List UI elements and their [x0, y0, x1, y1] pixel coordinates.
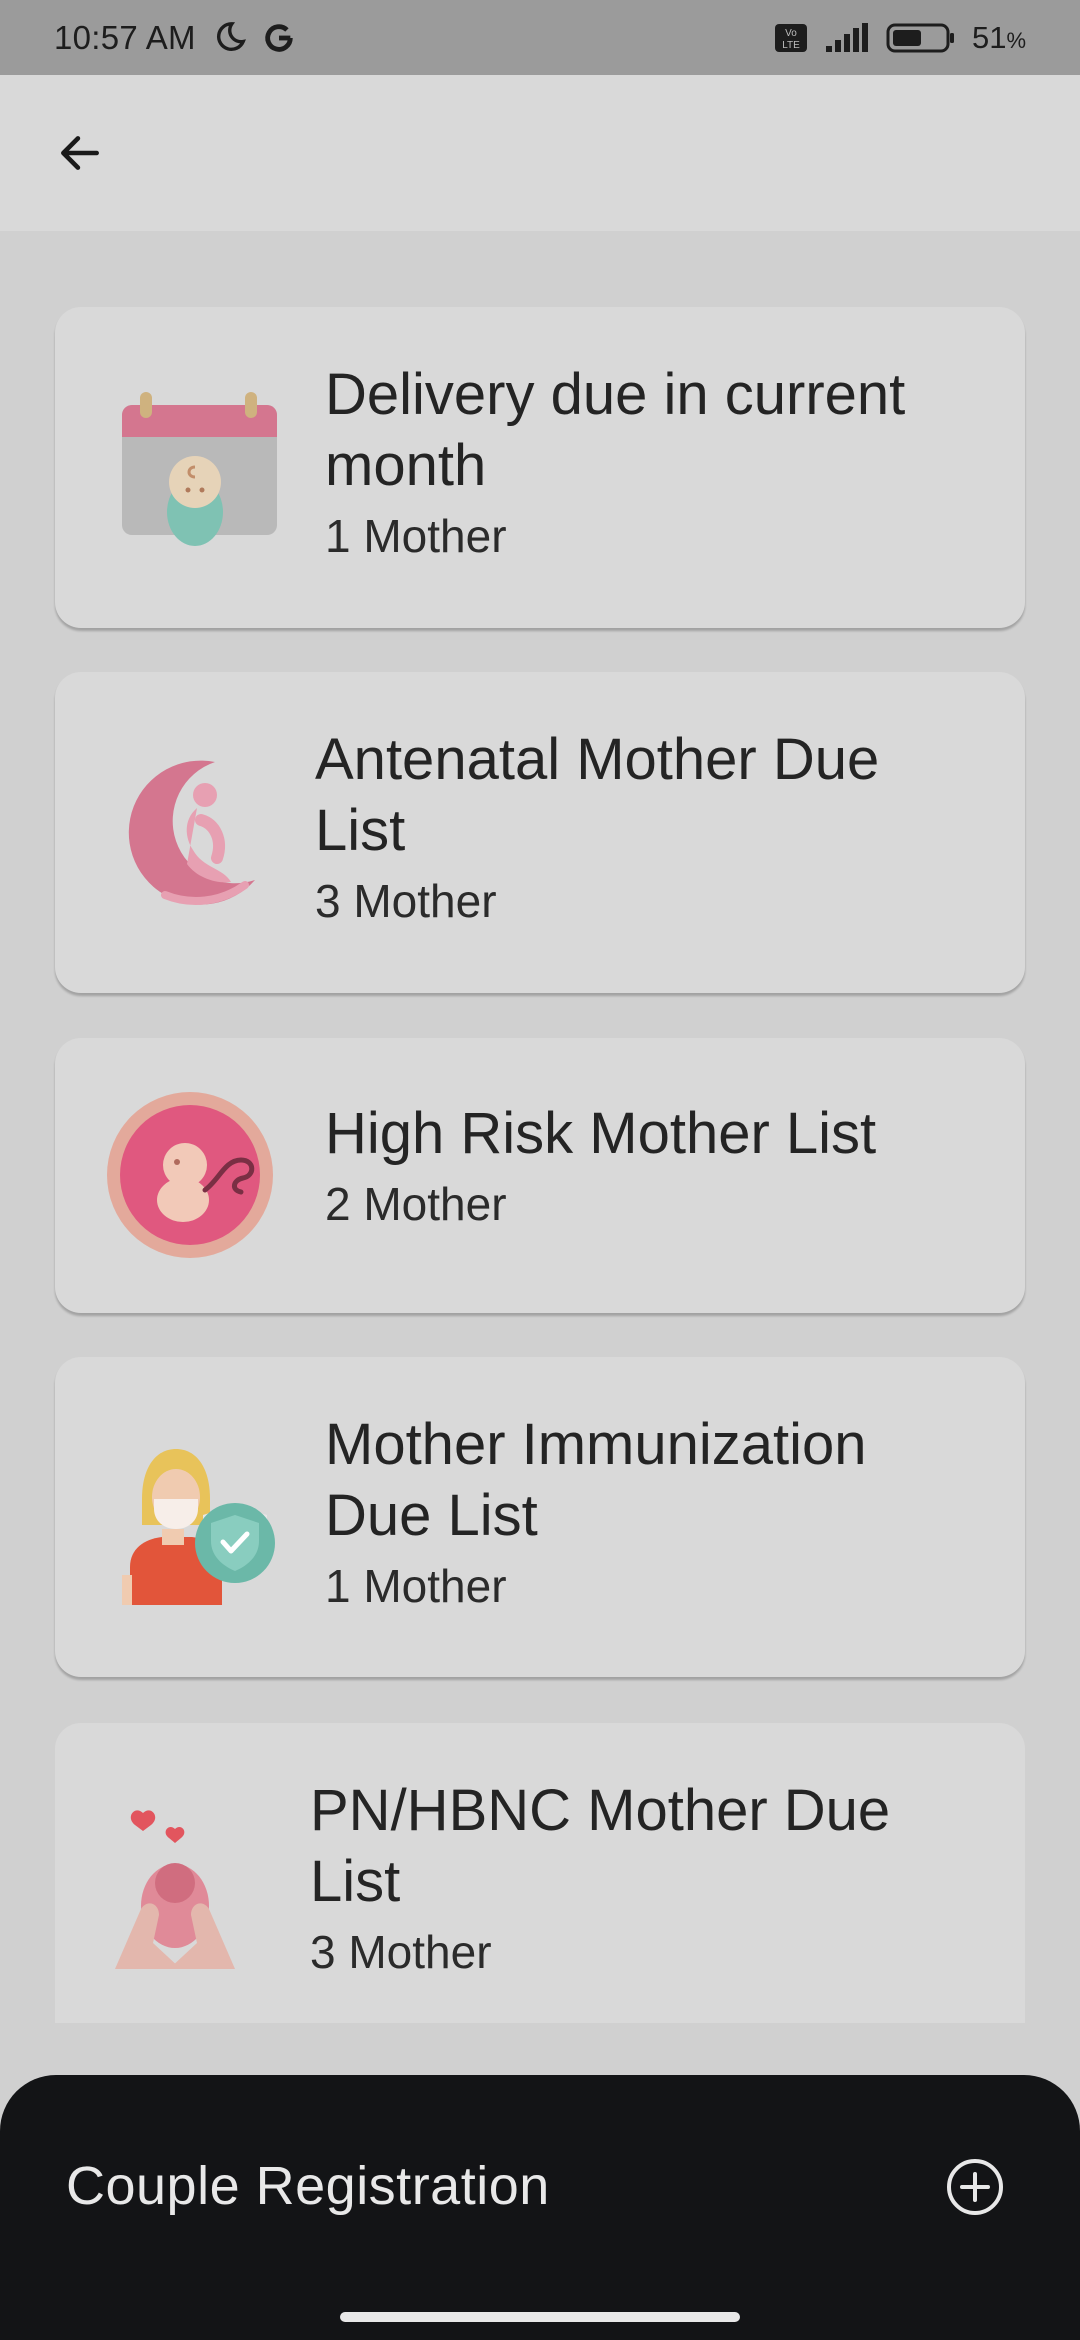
card-count: 1 Mother	[325, 510, 507, 562]
svg-text:Vo: Vo	[785, 28, 797, 39]
moon-icon	[212, 21, 246, 55]
card-text: PN/HBNC Mother Due List 3 Mother	[310, 1775, 975, 1983]
card-count: 1 Mother	[325, 1560, 507, 1612]
card-text: Mother Immunization Due List 1 Mother	[325, 1409, 975, 1617]
card-high-risk[interactable]: High Risk Mother List 2 Mother	[55, 1038, 1025, 1313]
battery-unit: %	[1006, 27, 1026, 53]
volte-icon: Vo LTE	[774, 23, 808, 53]
card-count: 2 Mother	[325, 1178, 507, 1230]
card-pnhbnc-due[interactable]: PN/HBNC Mother Due List 3 Mother	[55, 1723, 1025, 2023]
card-count: 3 Mother	[315, 875, 497, 927]
status-right: Vo LTE 51%	[774, 20, 1026, 56]
card-title: Delivery due in current month	[325, 362, 906, 498]
home-indicator[interactable]	[340, 2312, 740, 2322]
back-button[interactable]	[50, 123, 110, 183]
card-text: Antenatal Mother Due List 3 Mother	[315, 724, 975, 932]
add-couple-button[interactable]	[945, 2157, 1005, 2217]
hands-baby-hearts-icon	[105, 1801, 275, 1971]
plus-circle-icon	[947, 2159, 1003, 2215]
battery-icon	[886, 22, 956, 54]
card-title: Mother Immunization Due List	[325, 1412, 867, 1548]
google-icon	[262, 21, 296, 55]
card-title: PN/HBNC Mother Due List	[310, 1778, 891, 1914]
signal-icon	[824, 22, 870, 54]
fetus-icon	[105, 1090, 275, 1260]
svg-text:LTE: LTE	[782, 40, 800, 51]
card-antenatal-due[interactable]: Antenatal Mother Due List 3 Mother	[55, 672, 1025, 993]
app-bar	[0, 75, 1080, 231]
card-immunization-due[interactable]: Mother Immunization Due List 1 Mother	[55, 1357, 1025, 1677]
card-title: Antenatal Mother Due List	[315, 727, 880, 863]
arrow-left-icon	[61, 136, 99, 170]
card-delivery-due[interactable]: Delivery due in current month 1 Mother	[55, 307, 1025, 628]
bottom-sheet[interactable]: Couple Registration	[0, 2075, 1080, 2340]
card-title: High Risk Mother List	[325, 1101, 877, 1166]
status-bar: 10:57 AM Vo LTE 51%	[0, 0, 1080, 75]
pregnant-woman-moon-icon	[105, 750, 275, 920]
card-count: 3 Mother	[310, 1926, 492, 1978]
couple-registration-label[interactable]: Couple Registration	[66, 2155, 550, 2217]
status-left: 10:57 AM	[54, 19, 296, 57]
masked-woman-shield-icon	[110, 1437, 280, 1607]
calendar-baby-icon	[110, 387, 280, 557]
card-text: Delivery due in current month 1 Mother	[325, 359, 975, 567]
status-time: 10:57 AM	[54, 18, 196, 56]
card-text: High Risk Mother List 2 Mother	[325, 1098, 975, 1235]
battery-percent: 51%	[971, 19, 1026, 55]
